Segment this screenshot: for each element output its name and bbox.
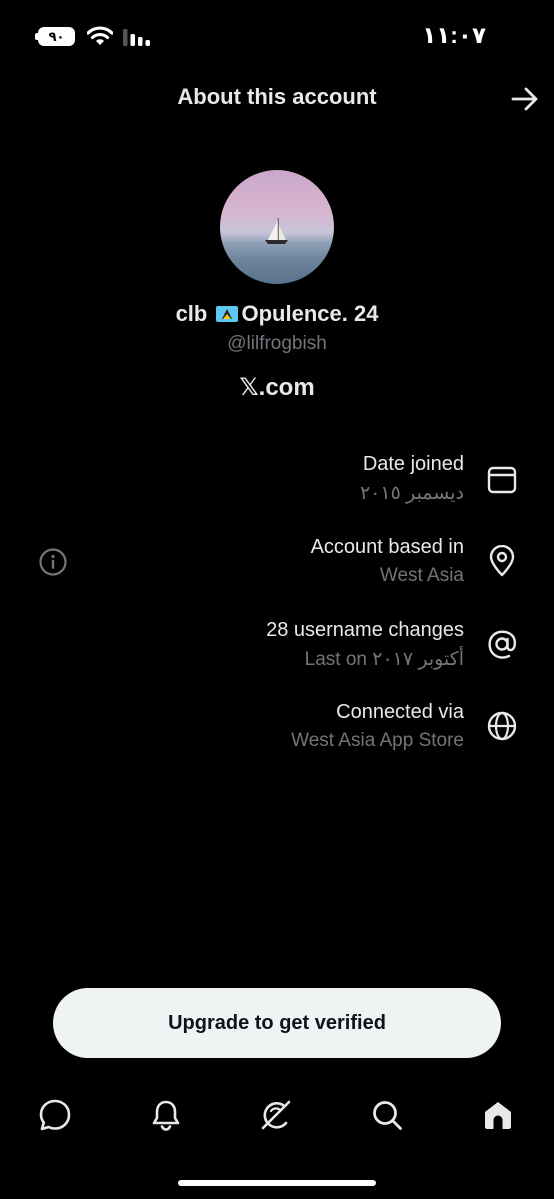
upgrade-verified-button[interactable]: Upgrade to get verified — [53, 988, 501, 1058]
username-changes-label: 28 username changes — [266, 619, 464, 641]
battery-level: ٩٠ — [48, 28, 65, 44]
connected-via-value: West Asia App Store — [291, 730, 464, 751]
home-icon[interactable] — [481, 1098, 515, 1132]
battery-indicator: ٩٠ — [35, 27, 75, 46]
calendar-icon — [487, 466, 517, 494]
platform-logo: 𝕏.com — [239, 374, 315, 401]
sailboat-image — [220, 218, 334, 244]
cellular-signal-icon — [123, 29, 150, 46]
messages-icon[interactable] — [38, 1098, 72, 1132]
location-pin-icon — [489, 545, 515, 577]
display-name: clb Opulence. 24 — [0, 301, 554, 327]
wifi-icon — [87, 26, 113, 45]
date-joined-label: Date joined — [362, 453, 464, 475]
username-changes-value: Last on أكتوبر ٢٠١٧ — [304, 649, 464, 670]
display-name-prefix: clb — [175, 301, 208, 326]
globe-icon — [487, 711, 517, 741]
arrow-right-icon[interactable] — [510, 85, 540, 113]
grok-icon[interactable] — [259, 1098, 293, 1132]
search-icon[interactable] — [370, 1098, 404, 1132]
connected-via-label: Connected via — [336, 701, 464, 723]
date-joined-value: ديسمبر ٢٠١٥ — [359, 483, 464, 504]
page-title: About this account — [177, 84, 377, 109]
display-name-suffix: Opulence. 24 — [241, 301, 379, 326]
account-based-in-label: Account based in — [310, 536, 464, 558]
status-time: ١١:٠٧ — [422, 22, 486, 48]
avatar[interactable] — [220, 170, 334, 284]
saint-lucia-flag-icon — [216, 306, 239, 322]
at-sign-icon — [488, 630, 517, 659]
info-icon[interactable] — [38, 547, 68, 577]
account-based-in-value: West Asia — [379, 565, 464, 586]
notifications-icon[interactable] — [149, 1098, 183, 1132]
username-handle: @lilfrogbish — [227, 333, 327, 354]
home-indicator — [178, 1180, 376, 1186]
